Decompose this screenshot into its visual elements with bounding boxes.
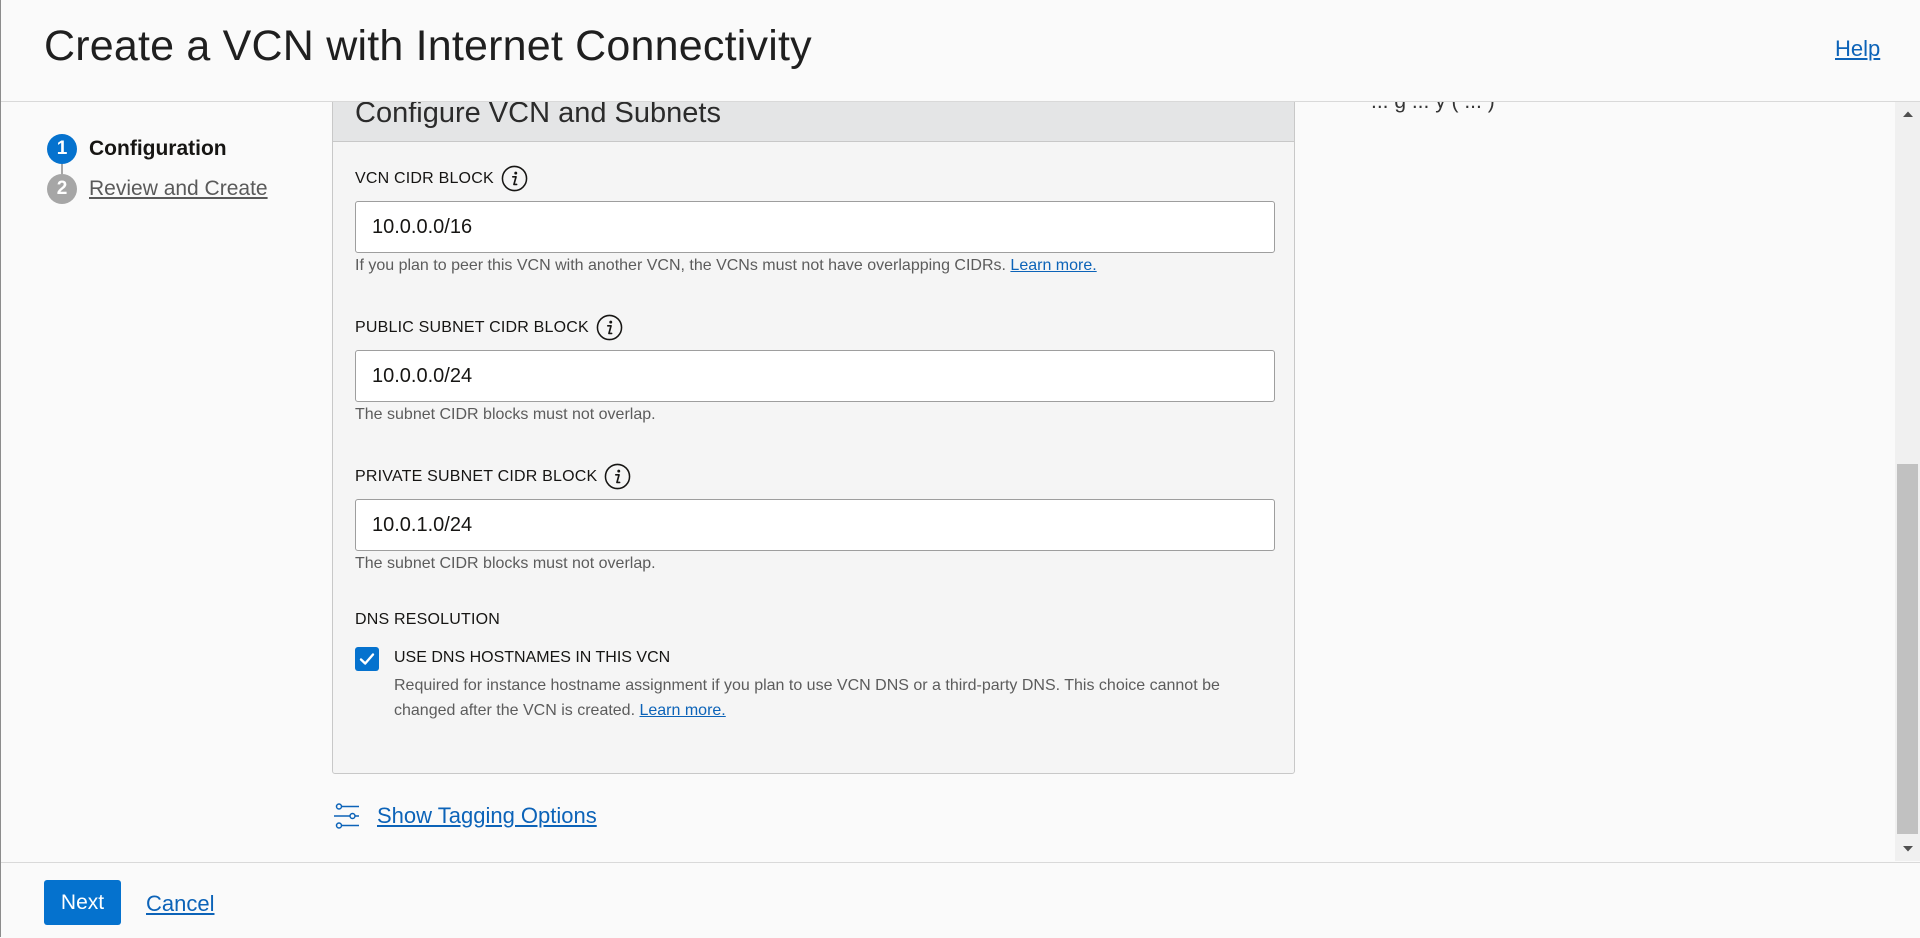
scroll-up-arrow-icon[interactable] xyxy=(1895,104,1920,124)
dns-learn-more-link[interactable]: Learn more. xyxy=(639,702,725,719)
sliders-icon xyxy=(334,803,359,829)
public-subnet-help: The subnet CIDR blocks must not overlap. xyxy=(355,406,656,423)
cancel-link[interactable]: Cancel xyxy=(146,891,214,917)
panel-header: Configure VCN and Subnets xyxy=(333,102,1294,142)
use-dns-hostnames-checkbox[interactable] xyxy=(355,647,379,671)
public-subnet-input[interactable] xyxy=(355,350,1275,402)
step-number-2: 2 xyxy=(47,174,77,204)
step-configuration: 1 Configuration xyxy=(47,134,227,164)
private-subnet-input[interactable] xyxy=(355,499,1275,551)
vcn-cidr-label-text: VCN CIDR BLOCK xyxy=(355,169,494,187)
scroll-down-arrow-icon[interactable] xyxy=(1895,839,1920,859)
page-title: Create a VCN with Internet Connectivity xyxy=(44,22,812,70)
step-label-review-and-create[interactable]: Review and Create xyxy=(89,177,268,201)
step-label-configuration: Configuration xyxy=(89,137,227,160)
info-icon[interactable] xyxy=(604,463,631,490)
public-subnet-label: PUBLIC SUBNET CIDR BLOCK xyxy=(355,314,623,341)
vcn-cidr-help: If you plan to peer this VCN with anothe… xyxy=(355,257,1097,275)
public-subnet-label-text: PUBLIC SUBNET CIDR BLOCK xyxy=(355,318,589,336)
help-link[interactable]: Help xyxy=(1835,36,1880,62)
step-connector xyxy=(61,164,63,174)
checkmark-icon xyxy=(359,653,375,665)
vcn-cidr-input[interactable] xyxy=(355,201,1275,253)
vcn-cidr-help-text: If you plan to peer this VCN with anothe… xyxy=(355,257,1006,274)
step-number-1: 1 xyxy=(47,134,77,164)
private-subnet-help: The subnet CIDR blocks must not overlap. xyxy=(355,555,656,572)
dns-description-text: Required for instance hostname assignmen… xyxy=(394,677,1220,719)
configure-vcn-panel: Configure VCN and Subnets VCN CIDR BLOCK… xyxy=(332,102,1295,774)
private-subnet-label-text: PRIVATE SUBNET CIDR BLOCK xyxy=(355,467,598,485)
show-tagging-options[interactable]: Show Tagging Options xyxy=(333,802,597,830)
wizard-footer: Next Cancel xyxy=(1,862,1920,938)
panel-title: Configure VCN and Subnets xyxy=(355,102,721,129)
clipped-text: ... g ... y ( ... ) xyxy=(1371,102,1495,114)
next-button[interactable]: Next xyxy=(44,880,121,925)
wizard-content: 1 Configuration 2 Review and Create ... … xyxy=(1,102,1895,861)
private-subnet-label: PRIVATE SUBNET CIDR BLOCK xyxy=(355,463,631,490)
vertical-scrollbar[interactable] xyxy=(1895,102,1920,861)
step-review-and-create[interactable]: 2 Review and Create xyxy=(47,174,268,204)
scrollbar-thumb[interactable] xyxy=(1897,464,1918,834)
vcn-cidr-label: VCN CIDR BLOCK xyxy=(355,165,528,192)
dns-resolution-label: DNS RESOLUTION xyxy=(355,611,501,628)
page-header: Create a VCN with Internet Connectivity … xyxy=(1,0,1920,102)
dns-description: Required for instance hostname assignmen… xyxy=(394,673,1274,723)
info-icon[interactable] xyxy=(501,165,528,192)
use-dns-hostnames-label[interactable]: USE DNS HOSTNAMES IN THIS VCN xyxy=(394,649,670,667)
vcn-cidr-learn-more-link[interactable]: Learn more. xyxy=(1010,257,1096,274)
show-tagging-options-label[interactable]: Show Tagging Options xyxy=(377,803,597,829)
info-icon[interactable] xyxy=(596,314,623,341)
